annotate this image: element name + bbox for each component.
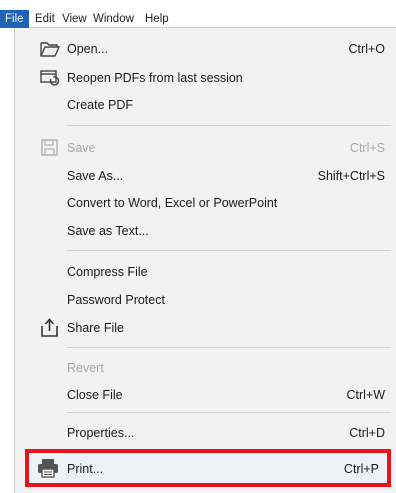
separator bbox=[67, 347, 391, 348]
menu-item-convert[interactable]: Convert to Word, Excel or PowerPoint bbox=[15, 189, 396, 217]
menu-item-password[interactable]: Password Protect bbox=[15, 286, 396, 314]
menu-item-label: Open... bbox=[67, 42, 108, 56]
printer-icon bbox=[37, 458, 59, 478]
separator bbox=[67, 125, 391, 126]
menu-item-label: Properties... bbox=[67, 426, 135, 440]
menu-item-save-as[interactable]: Save As... Shift+Ctrl+S bbox=[15, 162, 396, 190]
shortcut: Shift+Ctrl+S bbox=[317, 169, 385, 183]
menu-item-close-file[interactable]: Close File Ctrl+W bbox=[15, 381, 396, 409]
menu-item-properties[interactable]: Properties... Ctrl+D bbox=[15, 419, 396, 447]
shortcut: Ctrl+D bbox=[349, 426, 385, 440]
menu-item-print[interactable]: Print... Ctrl+P bbox=[25, 449, 391, 487]
menu-window[interactable]: Window bbox=[93, 10, 134, 28]
menu-item-label: Revert bbox=[67, 361, 104, 375]
menu-bar: File Edit View Window Help bbox=[0, 0, 396, 28]
file-menu-dropdown: Open... Ctrl+O Reopen PDFs from last ses… bbox=[14, 28, 396, 493]
menu-item-create-pdf[interactable]: Create PDF bbox=[15, 91, 396, 119]
menu-item-label: Compress File bbox=[67, 265, 148, 279]
menu-item-open[interactable]: Open... Ctrl+O bbox=[15, 35, 396, 63]
menu-help[interactable]: Help bbox=[145, 10, 169, 28]
menu-edit[interactable]: Edit bbox=[35, 10, 55, 28]
menu-item-label: Reopen PDFs from last session bbox=[67, 71, 243, 85]
menu-item-label: Password Protect bbox=[67, 293, 165, 307]
menu-item-label: Create PDF bbox=[67, 98, 133, 112]
menu-item-compress[interactable]: Compress File bbox=[15, 258, 396, 286]
menu-item-reopen[interactable]: Reopen PDFs from last session bbox=[15, 64, 396, 92]
menu-item-label: Save bbox=[67, 141, 96, 155]
shortcut: Ctrl+S bbox=[349, 141, 385, 155]
share-icon bbox=[39, 318, 61, 338]
menu-item-save-as-text[interactable]: Save as Text... bbox=[15, 217, 396, 245]
menu-item-revert: Revert bbox=[15, 354, 396, 382]
menu-item-label: Print... bbox=[67, 462, 104, 476]
shortcut: Ctrl+O bbox=[348, 42, 385, 56]
menu-item-label: Share File bbox=[67, 321, 124, 335]
reopen-icon bbox=[39, 68, 61, 88]
shortcut: Ctrl+W bbox=[346, 388, 385, 402]
menu-item-share[interactable]: Share File bbox=[15, 314, 396, 342]
menu-file[interactable]: File bbox=[0, 10, 29, 28]
menu-item-save: Save Ctrl+S bbox=[15, 134, 396, 162]
menu-item-label: Save As... bbox=[67, 169, 124, 183]
menu-item-label: Close File bbox=[67, 388, 123, 402]
save-icon bbox=[39, 138, 61, 158]
shortcut: Ctrl+P bbox=[343, 462, 379, 476]
menu-view[interactable]: View bbox=[62, 10, 87, 28]
separator bbox=[67, 250, 391, 251]
folder-open-icon bbox=[39, 39, 61, 59]
menu-item-label: Save as Text... bbox=[67, 224, 149, 238]
separator bbox=[67, 412, 391, 413]
menu-item-label: Convert to Word, Excel or PowerPoint bbox=[67, 196, 278, 210]
